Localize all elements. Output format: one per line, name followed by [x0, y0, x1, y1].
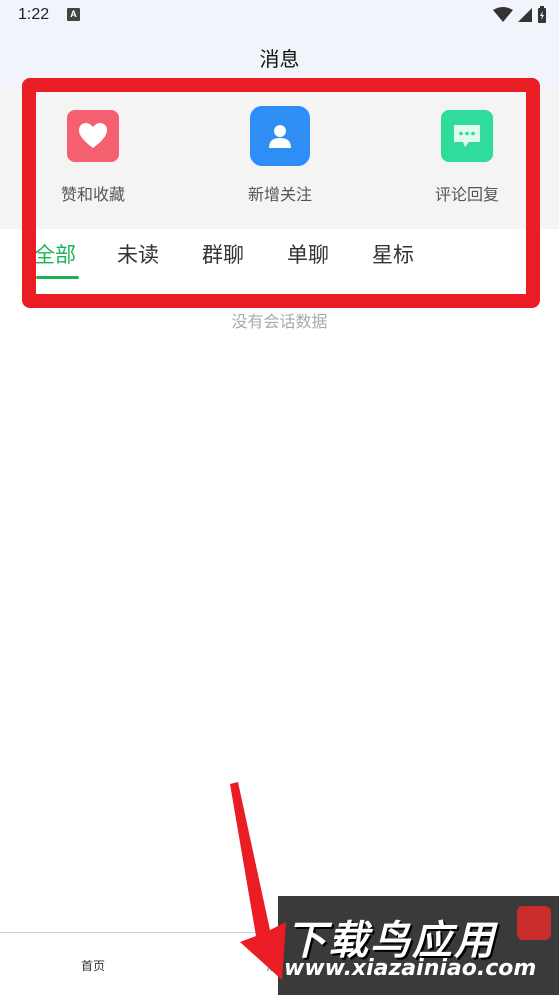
- page-title: 消息: [259, 47, 300, 71]
- watermark-bird-icon: [517, 906, 551, 940]
- quick-action-comments[interactable]: 评论回复: [407, 110, 527, 205]
- signal-icon: [517, 7, 533, 27]
- nav-item-home[interactable]: 首页: [81, 957, 105, 974]
- tab-all[interactable]: 全部: [34, 239, 76, 269]
- person-icon: [250, 106, 310, 166]
- message-tabs: 全部 未读 群聊 单聊 星标: [0, 229, 559, 283]
- quick-action-label: 评论回复: [434, 185, 499, 204]
- status-bar: 1:22 A: [0, 0, 559, 32]
- quick-action-likes[interactable]: 赞和收藏: [33, 110, 153, 205]
- quick-action-follows[interactable]: 新增关注: [220, 106, 340, 205]
- quick-actions-panel: 赞和收藏 新增关注 评论回复: [0, 86, 559, 229]
- tab-starred[interactable]: 星标: [372, 239, 414, 269]
- heart-icon: [67, 110, 119, 162]
- quick-action-label: 赞和收藏: [60, 185, 125, 204]
- watermark-url: www.xiazainiao.com: [284, 956, 537, 981]
- watermark-logo: 下载鸟应用 www.xiazainiao.com: [278, 896, 559, 995]
- tab-single-chat[interactable]: 单聊: [287, 239, 329, 269]
- empty-state-text: 没有会话数据: [231, 312, 328, 331]
- comment-icon: [441, 110, 493, 162]
- notification-badge: A: [67, 8, 80, 21]
- status-time: 1:22: [18, 6, 50, 23]
- status-icons: [493, 6, 547, 28]
- battery-icon: [537, 6, 547, 28]
- header: 消息: [0, 32, 559, 86]
- tab-group-chat[interactable]: 群聊: [202, 239, 244, 269]
- tab-active-indicator: [36, 276, 79, 279]
- quick-action-label: 新增关注: [247, 185, 312, 204]
- wifi-icon: [493, 7, 513, 27]
- tab-unread[interactable]: 未读: [117, 239, 159, 269]
